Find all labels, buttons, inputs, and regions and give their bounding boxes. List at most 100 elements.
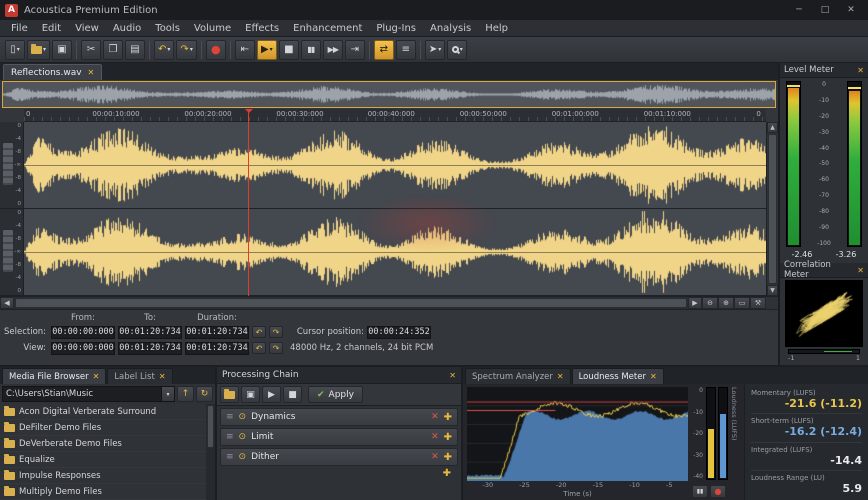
selection-to-field[interactable] (118, 326, 182, 339)
play-button[interactable]: ▶▾ (257, 40, 277, 60)
zoom-in-button[interactable]: ⊕ (718, 297, 734, 309)
view-to-field[interactable] (118, 342, 182, 355)
pause-button[interactable]: ▮▮ (301, 40, 321, 60)
path-input[interactable] (3, 389, 161, 399)
loudness-record-button[interactable]: ● (710, 485, 726, 498)
timeline-ruler[interactable]: 0 00:00:10:000 00:00:20:000 00:00:30:000… (24, 109, 766, 122)
menu-edit[interactable]: Edit (35, 22, 68, 35)
file-list-scrollbar[interactable] (206, 404, 215, 500)
chain-item-limit[interactable]: ≡ ⊙ Limit ✕ ✚ (220, 428, 458, 446)
tab-close-icon[interactable]: ✕ (93, 372, 100, 381)
zoom-out-button[interactable]: ⊖ (702, 297, 718, 309)
close-button[interactable]: ✕ (839, 3, 863, 18)
menu-audio[interactable]: Audio (106, 22, 148, 35)
tools-button[interactable]: ⚒ (750, 297, 766, 309)
selection-tool-button[interactable]: ➤▾ (425, 40, 445, 60)
channel-left[interactable]: 0 -4 -8 -∞ -8 -4 0 (0, 122, 766, 209)
file-list-scroll-thumb[interactable] (207, 405, 214, 448)
drag-handle-icon[interactable]: ≡ (226, 452, 234, 462)
media-folder-item[interactable]: Multiply Demo Files (0, 484, 215, 500)
scroll-down-icon[interactable]: ▼ (767, 285, 778, 296)
menu-help[interactable]: Help (478, 22, 515, 35)
apply-button[interactable]: ✔ Apply (308, 386, 363, 403)
marker-list-button[interactable]: ≡ (396, 40, 416, 60)
undo-button[interactable]: ↶▾ (154, 40, 174, 60)
tab-spectrum-analyzer[interactable]: Spectrum Analyzer ✕ (465, 368, 571, 384)
fast-forward-button[interactable]: ▶▶ (323, 40, 343, 60)
selection-duration-field[interactable] (185, 326, 249, 339)
up-directory-button[interactable]: ↑ (177, 386, 194, 402)
media-folder-item[interactable]: Acon Digital Verberate Surround (0, 404, 215, 420)
drag-handle-icon[interactable]: ≡ (226, 412, 234, 422)
power-icon[interactable]: ⊙ (239, 432, 247, 442)
vertical-scroll-thumb[interactable] (768, 134, 777, 284)
save-chain-button[interactable]: ▣ (241, 386, 260, 403)
menu-plugins[interactable]: Plug-Ins (369, 22, 423, 35)
selection-undo-button[interactable]: ↶ (252, 326, 266, 338)
copy-button[interactable]: ❐ (103, 40, 123, 60)
tab-media-file-browser[interactable]: Media File Browser ✕ (2, 368, 106, 384)
chain-item-dither[interactable]: ≡ ⊙ Dither ✕ ✚ (220, 448, 458, 466)
tab-loudness-meter[interactable]: Loudness Meter ✕ (572, 368, 664, 384)
menu-enhancement[interactable]: Enhancement (286, 22, 369, 35)
menu-tools[interactable]: Tools (148, 22, 187, 35)
media-folder-item[interactable]: Impulse Responses (0, 468, 215, 484)
refresh-button[interactable]: ↻ (196, 386, 213, 402)
panel-close-icon[interactable]: ✕ (857, 266, 864, 275)
loudness-pause-button[interactable]: ▮▮ (692, 485, 708, 498)
menu-analysis[interactable]: Analysis (423, 22, 478, 35)
scroll-left-icon[interactable]: ◀ (0, 297, 14, 309)
paste-button[interactable]: ▤ (125, 40, 145, 60)
load-chain-button[interactable] (220, 386, 239, 403)
remove-icon[interactable]: ✕ (431, 452, 439, 462)
preview-play-button[interactable]: ▶ (262, 386, 281, 403)
drag-handle-icon[interactable]: ≡ (226, 432, 234, 442)
go-to-end-button[interactable]: ⇥ (345, 40, 365, 60)
horizontal-scroll-thumb[interactable] (15, 298, 687, 308)
add-effect-icon[interactable]: ✚ (443, 468, 451, 479)
open-file-button[interactable]: ▾ (27, 40, 50, 60)
selection-from-field[interactable] (51, 326, 115, 339)
combo-dropdown-icon[interactable]: ▾ (161, 387, 174, 401)
media-folder-item[interactable]: DeVerberate Demo Files (0, 436, 215, 452)
scroll-right-icon[interactable]: ▶ (688, 297, 702, 309)
channel-controls[interactable] (2, 229, 14, 273)
chain-item-dynamics[interactable]: ≡ ⊙ Dynamics ✕ ✚ (220, 408, 458, 426)
tab-close-icon[interactable]: ✕ (557, 372, 564, 381)
add-icon[interactable]: ✚ (444, 412, 452, 423)
new-file-button[interactable]: ▯▾ (5, 40, 25, 60)
remove-icon[interactable]: ✕ (431, 412, 439, 422)
cut-button[interactable]: ✂ (81, 40, 101, 60)
go-to-start-button[interactable]: ⇤ (235, 40, 255, 60)
zoom-fit-button[interactable]: ▭ (734, 297, 750, 309)
power-icon[interactable]: ⊙ (239, 412, 247, 422)
horizontal-scrollbar[interactable]: ◀ ▶ ⊖ ⊕ ▭ ⚒ (0, 296, 778, 309)
panel-close-icon[interactable]: ✕ (857, 66, 864, 75)
preview-stop-button[interactable]: ■ (283, 386, 302, 403)
minimize-button[interactable]: ─ (787, 3, 811, 18)
tab-close-icon[interactable]: ✕ (88, 68, 95, 77)
redo-button[interactable]: ↷▾ (176, 40, 196, 60)
follow-playback-button[interactable]: ⇄ (374, 40, 394, 60)
channel-right[interactable]: 0 -4 -8 -∞ -8 -4 0 (0, 209, 766, 296)
vertical-scrollbar[interactable]: ▲ ▼ (766, 122, 778, 296)
zoom-tool-button[interactable]: ▾ (447, 40, 467, 60)
scroll-up-icon[interactable]: ▲ (767, 122, 778, 133)
view-redo-button[interactable]: ↷ (269, 342, 283, 354)
view-duration-field[interactable] (185, 342, 249, 355)
menu-view[interactable]: View (68, 22, 106, 35)
stop-button[interactable]: ■ (279, 40, 299, 60)
view-undo-button[interactable]: ↶ (252, 342, 266, 354)
media-folder-item[interactable]: DeFilter Demo Files (0, 420, 215, 436)
tab-reflections-wav[interactable]: Reflections.wav ✕ (3, 64, 102, 80)
cursor-position-field[interactable] (367, 326, 431, 339)
power-icon[interactable]: ⊙ (239, 452, 247, 462)
menu-file[interactable]: File (4, 22, 35, 35)
tab-close-icon[interactable]: ✕ (650, 372, 657, 381)
menu-volume[interactable]: Volume (187, 22, 238, 35)
add-icon[interactable]: ✚ (444, 452, 452, 463)
channel-controls[interactable] (2, 142, 14, 186)
tab-close-icon[interactable]: ✕ (159, 372, 166, 381)
media-folder-item[interactable]: Equalize (0, 452, 215, 468)
record-button[interactable]: ● (206, 40, 226, 60)
